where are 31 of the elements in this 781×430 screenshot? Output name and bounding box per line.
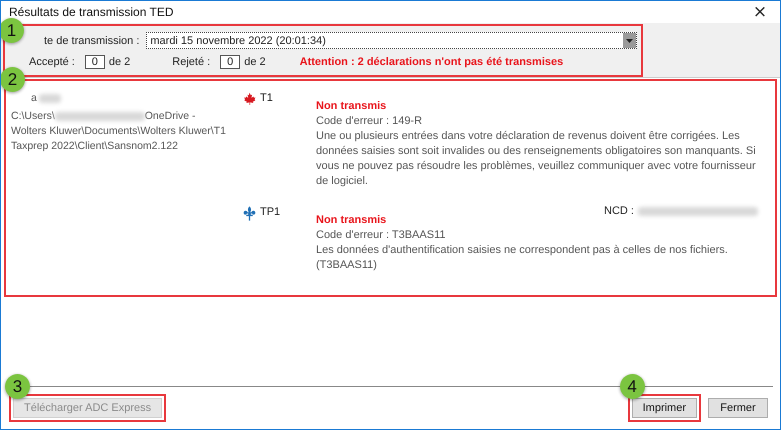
accepted-label: Accepté :	[29, 56, 75, 68]
date-dropdown[interactable]: mardi 15 novembre 2022 (20:01:34)	[146, 32, 637, 49]
accepted-total: de 2	[108, 56, 130, 68]
ncd-label: NCD :	[604, 204, 634, 219]
window-title: Résultats de transmission TED	[8, 5, 174, 19]
callout-badge: 1	[1, 18, 24, 43]
file-path: C:\Users\ OneDrive - Wolters Kluwer\Documents\Wolters Kluwer\T1 Taxprep 2022\Client\Sansnom2.122	[11, 109, 227, 154]
print-button[interactable]: Imprimer	[632, 398, 697, 418]
status-text: Non transmis	[316, 99, 388, 114]
form-name: TP1	[260, 206, 280, 218]
fleur-de-lis-icon	[243, 206, 256, 221]
close-button[interactable]: ×	[740, 1, 780, 23]
error-code: Code d'erreur : 149-R	[316, 114, 424, 129]
form-name: T1	[260, 92, 273, 104]
callout-badge: 4	[620, 374, 645, 399]
status-text: Non transmis	[316, 213, 388, 228]
error-code: Code d'erreur : T3BAAS11	[316, 228, 446, 243]
rejected-label: Rejeté :	[172, 56, 210, 68]
warning-text: Attention : 2 déclarations n'ont pas été transmises	[300, 56, 564, 68]
error-message: Les données d'authentification saisies ne correspondent pas à celles de nos fichiers. (T3BAAS11)	[316, 243, 729, 273]
rejected-total: de 2	[244, 56, 266, 68]
callout-badge: 3	[5, 374, 30, 399]
redaction-blur	[38, 94, 61, 103]
error-message: Une ou plusieurs entrées dans votre déclaration de revenus doivent être corrigées. Les données saisies sont soit invalides ou des renseignements obligatoires son manquants. Si vous ne pouvez pas résoudre les problèmes, veuillez communiquer avec votre fournisseur de logiciel.	[316, 129, 757, 189]
rejected-count-field: 0	[220, 55, 240, 69]
maple-leaf-icon	[243, 92, 256, 105]
accepted-count-field: 0	[84, 55, 105, 69]
close-dialog-button[interactable]: Fermer	[708, 398, 768, 418]
date-label: te de transmission :	[44, 34, 140, 46]
callout-badge: 2	[1, 67, 25, 92]
client-name: a	[31, 91, 37, 106]
